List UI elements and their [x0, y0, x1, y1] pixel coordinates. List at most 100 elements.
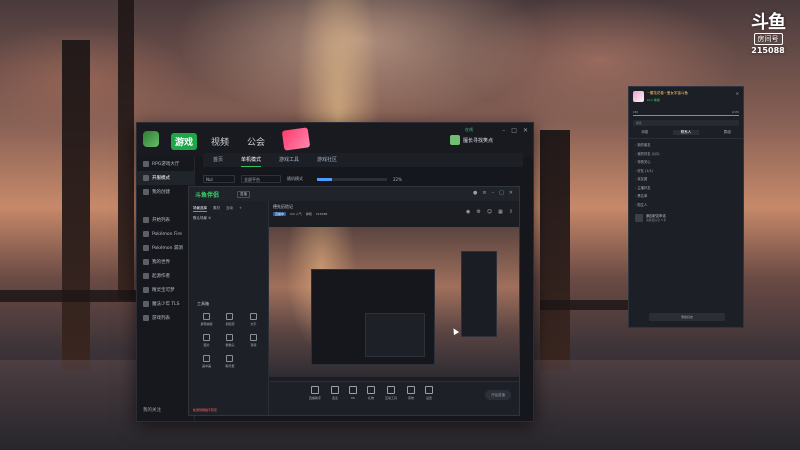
streaming-client-window: 斗鱼伴侣 直播 ● ≡ – □ ✕ 场景选择 素材 互动 + 默认场景 ① 工具…: [188, 186, 520, 416]
client-bottom-bar: 直播助手 连麦 PK 礼物 互动工具 音效 设置 开始直播: [269, 381, 519, 415]
close-icon[interactable]: ✕: [509, 190, 513, 196]
stream-preview[interactable]: [269, 227, 519, 377]
room-title[interactable]: 德先历险记: [273, 204, 293, 210]
tab-contacts[interactable]: 联系人: [672, 130, 700, 135]
tool-label: 聊天框: [225, 364, 235, 368]
maximize-icon[interactable]: □: [499, 190, 504, 196]
avatar-icon[interactable]: ●: [473, 190, 477, 196]
client-logo: 斗鱼伴侣: [195, 192, 220, 199]
interaction-tools-button[interactable]: 互动工具: [385, 386, 397, 400]
list-item[interactable]: 陌生人: [635, 201, 737, 210]
client-left-panel: 场景选择 素材 互动 + 默认场景 ① 工具箱 屏幕捕捉 视频源 文字 图片 摄…: [189, 201, 269, 415]
nav-games[interactable]: 游戏: [171, 133, 198, 150]
tool-screen-capture[interactable]: 屏幕捕捉: [195, 313, 218, 326]
list-item[interactable]: 黑名单: [635, 192, 737, 201]
nav-guild[interactable]: 公会: [243, 133, 269, 150]
settings-button[interactable]: 设置: [425, 386, 434, 400]
tab-messages[interactable]: 消息: [641, 130, 648, 135]
tab-tools[interactable]: 游戏工具: [279, 153, 299, 167]
tab-home[interactable]: 首页: [213, 153, 223, 167]
list-item[interactable]: 我的好友 (1/2): [635, 150, 737, 159]
sidebar-game-list: 开始列表 Pokémon Fire Pokémon 漏洞 我的世界 起源作者 精…: [137, 213, 194, 325]
sound-effects-button[interactable]: 音效: [407, 386, 416, 400]
tab-scene[interactable]: 场景选择: [193, 206, 207, 212]
user-icon[interactable]: ☺: [487, 209, 492, 215]
mic-link-button[interactable]: 连麦: [331, 386, 340, 400]
tab-interaction[interactable]: 互动: [226, 206, 233, 212]
tools-icon: [387, 386, 396, 394]
pk-button[interactable]: PK: [349, 386, 358, 400]
sidebar-game[interactable]: 开始列表: [137, 213, 194, 227]
list-item[interactable]: 亲友团: [635, 175, 737, 184]
grid-icon[interactable]: ▦: [498, 209, 503, 215]
bottom-item-label: 直播助手: [309, 396, 322, 400]
list-item[interactable]: 新的朋友: [635, 141, 737, 150]
tab-offline[interactable]: 单机模式: [241, 153, 262, 167]
game-icon: [143, 259, 149, 265]
tab-community[interactable]: 游戏社区: [317, 153, 337, 167]
launcher-header: 游戏 视频 公会 商城 在线 擅长寻找笑点 – □ ✕: [137, 123, 533, 157]
list-item[interactable]: 主播好友: [635, 184, 737, 193]
tab-material[interactable]: 素材: [213, 206, 220, 212]
close-icon[interactable]: ✕: [736, 91, 739, 96]
start-live-button[interactable]: 开始直播: [485, 390, 511, 400]
nav-video[interactable]: 视频: [207, 133, 233, 150]
sidebar-item-created[interactable]: 我的创建: [137, 185, 194, 199]
platform-select[interactable]: 全部平台: [241, 175, 281, 183]
sidebar-game[interactable]: 我的世界: [137, 255, 194, 269]
sidebar-game[interactable]: 游戏列表: [137, 311, 194, 325]
audio-icon: [249, 334, 257, 341]
bridge-ruin: [0, 290, 140, 302]
rpg-icon: [143, 161, 149, 167]
menu-icon[interactable]: ≡: [482, 190, 486, 196]
settings-icon[interactable]: ⚙: [476, 209, 480, 215]
sort-select[interactable]: Nul: [203, 175, 235, 183]
list-item[interactable]: 好友 (1/1): [635, 167, 737, 176]
friend-search-input[interactable]: 搜索: [633, 120, 739, 126]
close-icon[interactable]: ✕: [523, 127, 528, 134]
network-warning: 检测到网络不稳定: [193, 408, 218, 412]
live-assistant-button[interactable]: 直播助手: [309, 386, 321, 400]
client-tag: 直播: [237, 191, 250, 198]
sidebar-bottom-link[interactable]: 我的关注: [143, 407, 161, 413]
tool-text[interactable]: 文字: [242, 313, 265, 326]
tool-camera[interactable]: 摄像头: [218, 334, 241, 347]
sidebar-item-rpg[interactable]: RPG游戏大厅: [137, 157, 194, 171]
gift-icon: [367, 386, 376, 394]
event-badge-icon[interactable]: [281, 127, 311, 151]
progress-percent: 22%: [393, 176, 402, 182]
tool-pip[interactable]: 画中画: [195, 355, 218, 368]
sidebar-item-label: Pokémon Fire: [152, 231, 182, 237]
sidebar-game[interactable]: 起源作者: [137, 269, 194, 283]
sidebar-game[interactable]: Pokémon Fire: [137, 227, 194, 241]
tool-chat-box[interactable]: 聊天框: [218, 355, 241, 368]
minimize-icon[interactable]: –: [502, 127, 505, 134]
bottom-item-label: 互动工具: [385, 396, 398, 400]
friend-request-item[interactable]: 添加好友申请 请验证信息 3 条: [629, 211, 743, 224]
avatar[interactable]: [633, 91, 644, 102]
minimize-icon[interactable]: –: [492, 190, 495, 196]
sidebar-game[interactable]: 魔法少年 TLS: [137, 297, 194, 311]
sidebar-item-offline[interactable]: 开服模式: [137, 171, 194, 185]
tool-image[interactable]: 图片: [195, 334, 218, 347]
list-item[interactable]: 特别关心: [635, 158, 737, 167]
maximize-icon[interactable]: □: [511, 127, 517, 134]
record-icon[interactable]: ◉: [466, 209, 470, 215]
share-icon[interactable]: ⇪: [509, 209, 513, 215]
friends-panel: ~樱花花卷~爱女宇宙斗鱼 LV.1 等级 ✕ 159 1/170 搜索 消息 联…: [628, 86, 744, 328]
tool-label: 屏幕捕捉: [200, 322, 213, 326]
add-icon[interactable]: +: [239, 206, 242, 212]
avatar[interactable]: [449, 135, 460, 145]
tool-audio[interactable]: 音频: [242, 334, 265, 347]
sidebar-game[interactable]: 精灵宝可梦: [137, 283, 194, 297]
tool-video-source[interactable]: 视频源: [218, 313, 241, 326]
add-friend-button[interactable]: 添加好友: [649, 313, 725, 321]
scene-item[interactable]: 默认场景 ①: [189, 212, 268, 225]
request-text: 添加好友申请 请验证信息 3 条: [646, 213, 666, 222]
tower-silhouette-right: [540, 130, 570, 370]
user-area[interactable]: 擅长寻找笑点: [449, 135, 493, 145]
sidebar-game[interactable]: Pokémon 漏洞: [137, 241, 194, 255]
gift-button[interactable]: 礼物: [367, 386, 376, 400]
launcher-logo-icon[interactable]: [143, 131, 159, 147]
tab-groups[interactable]: 群组: [724, 130, 731, 135]
